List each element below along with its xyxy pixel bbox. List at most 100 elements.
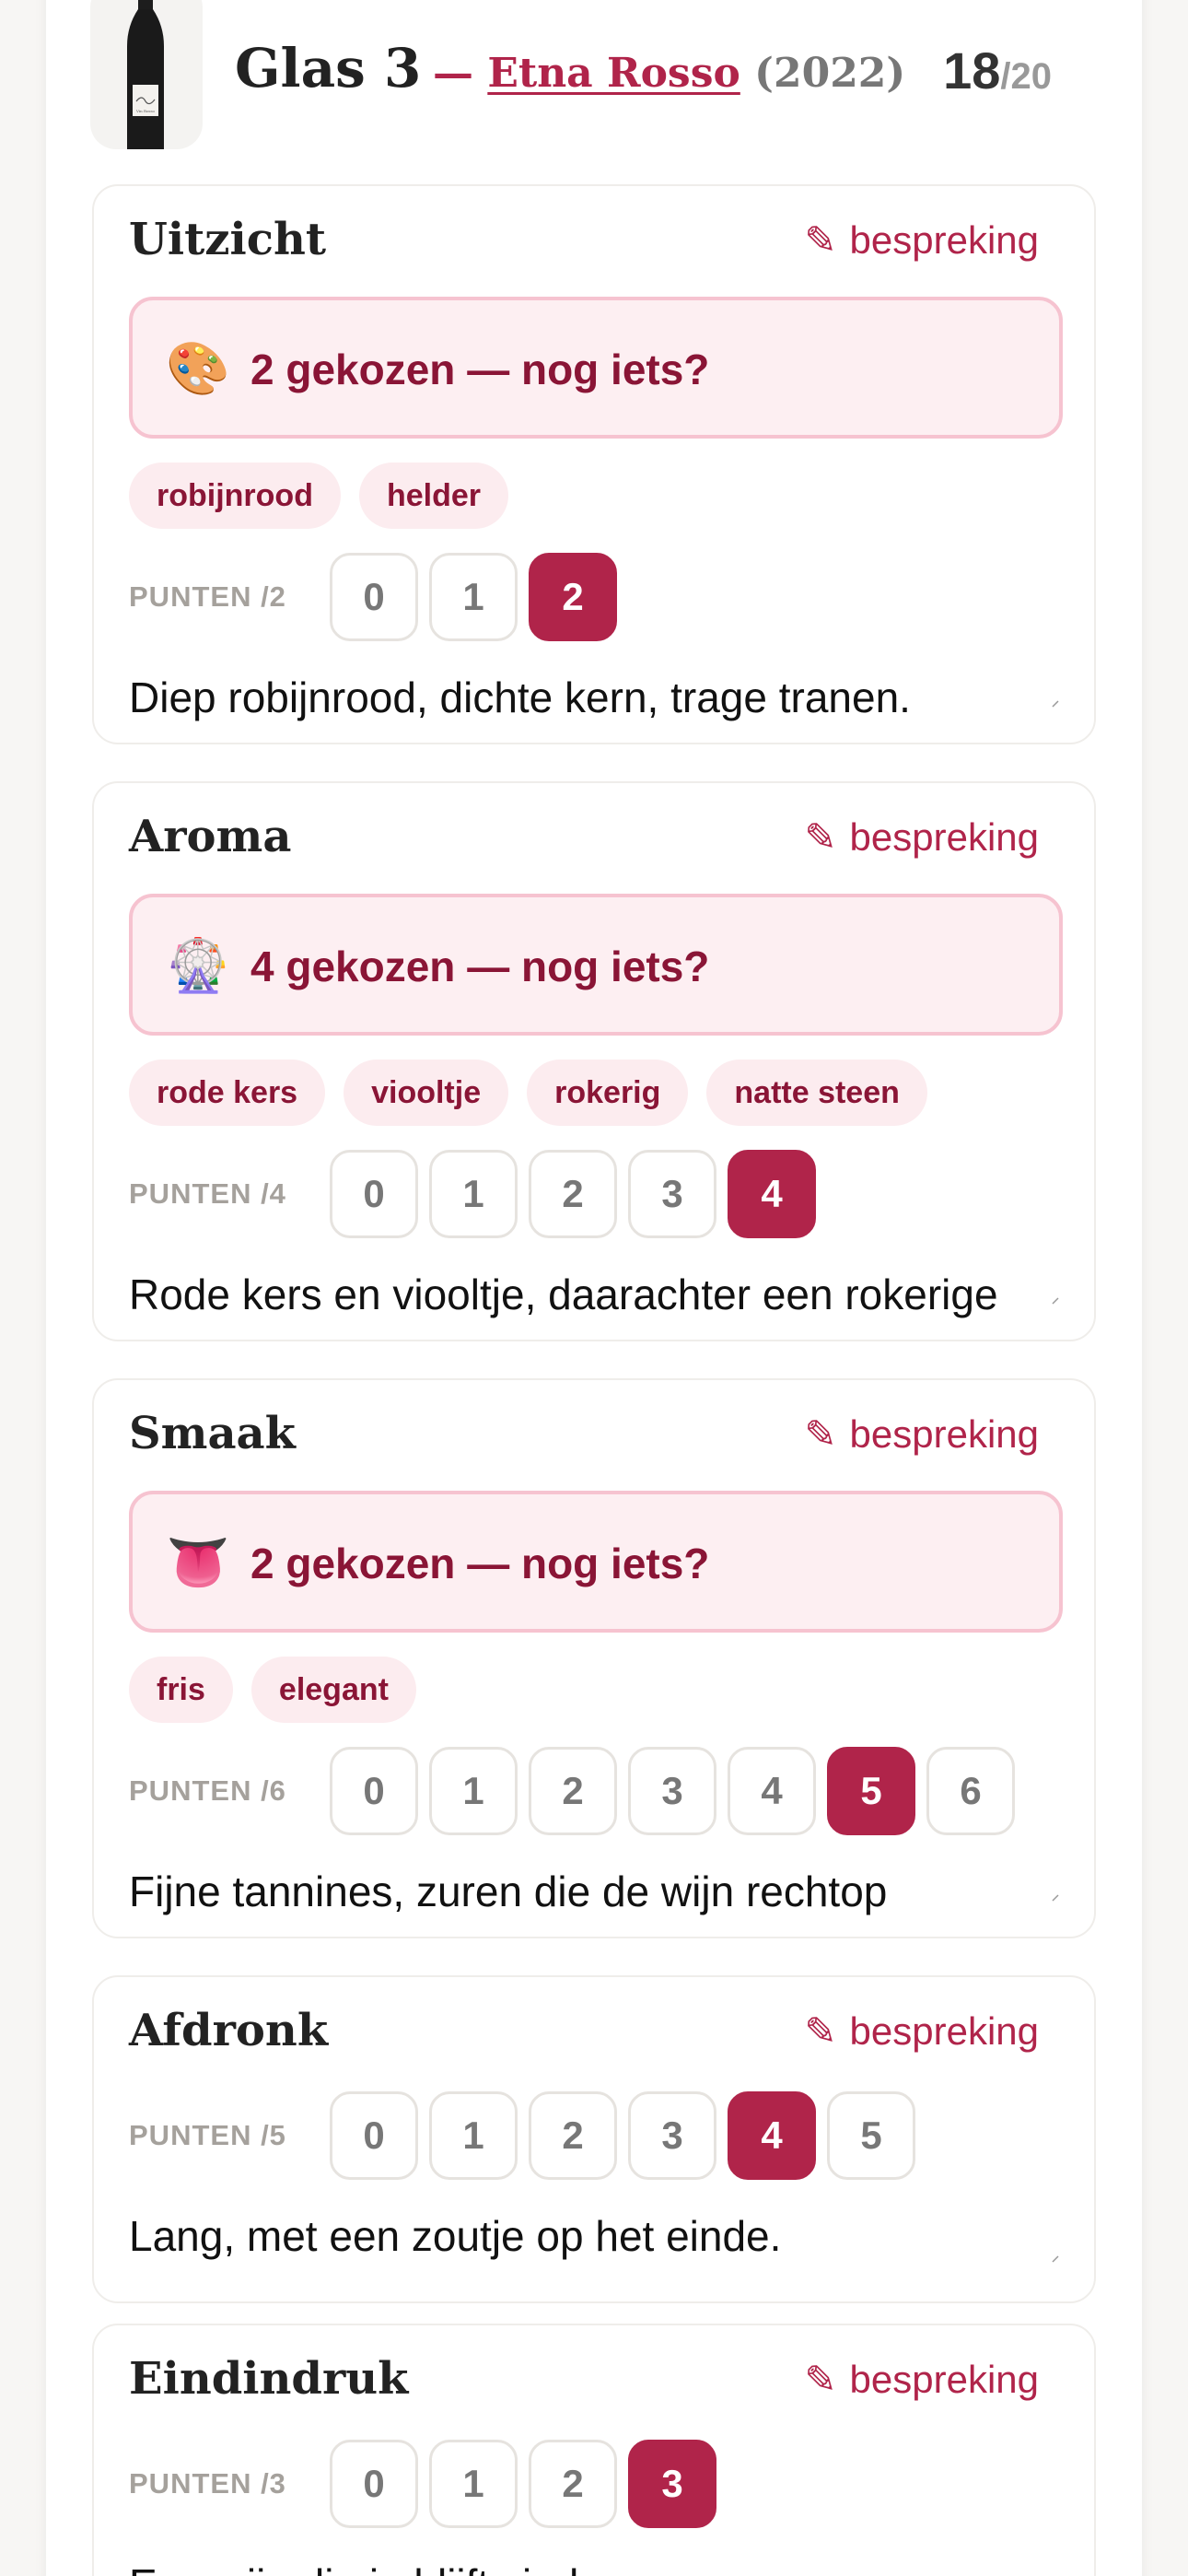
- score-buttons: 0 1 2: [330, 553, 617, 641]
- score-button[interactable]: 0: [330, 2091, 418, 2180]
- descriptor-chip[interactable]: natte steen: [706, 1060, 927, 1126]
- bottle-thumbnail: Vin Rosso: [90, 0, 203, 149]
- total-score-value: 18: [943, 41, 1001, 100]
- descriptor-chips: fris elegant: [129, 1657, 416, 1723]
- resize-handle-icon[interactable]: [1052, 700, 1059, 708]
- discuss-button[interactable]: ✎ bespreking: [804, 814, 1039, 860]
- score-button[interactable]: 1: [429, 2091, 518, 2180]
- descriptor-chip[interactable]: rode kers: [129, 1060, 326, 1126]
- score-button[interactable]: 0: [330, 1747, 418, 1835]
- score-button[interactable]: 1: [429, 553, 518, 641]
- pencil-icon: ✎: [804, 1412, 837, 1456]
- score-row: PUNTEN /2 0 1 2: [129, 553, 617, 641]
- score-button-selected[interactable]: 3: [628, 2440, 716, 2528]
- score-button[interactable]: 6: [926, 1747, 1015, 1835]
- wine-info: — Etna Rosso (2022): [433, 50, 905, 97]
- score-row: PUNTEN /3 0 1 2 3: [129, 2440, 716, 2528]
- discuss-label: bespreking: [849, 815, 1039, 859]
- ferris-wheel-icon: 🎡: [166, 936, 230, 994]
- total-score-max: /20: [1000, 56, 1052, 97]
- wine-year: (2022): [754, 50, 906, 97]
- score-row: PUNTEN /5 0 1 2 3 4 5: [129, 2091, 915, 2180]
- score-row: PUNTEN /4 0 1 2 3 4: [129, 1150, 816, 1238]
- section-title: Eindindruk: [129, 2353, 409, 2405]
- section-title: Uitzicht: [129, 214, 327, 265]
- resize-handle-icon[interactable]: [1052, 1894, 1059, 1902]
- discuss-button[interactable]: ✎ bespreking: [804, 1411, 1039, 1457]
- score-button-selected[interactable]: 5: [827, 1747, 915, 1835]
- descriptor-chip[interactable]: rokerig: [527, 1060, 689, 1126]
- discuss-label: bespreking: [849, 2358, 1039, 2401]
- score-label: PUNTEN /3: [129, 2467, 286, 2500]
- pencil-icon: ✎: [804, 218, 837, 262]
- tasting-note[interactable]: Fijne tannines, zuren die de wijn rechto…: [129, 1867, 1063, 1916]
- section-title: Aroma: [129, 811, 292, 862]
- wine-name-link[interactable]: Etna Rosso: [487, 50, 740, 97]
- descriptor-picker[interactable]: 👅 2 gekozen — nog iets?: [129, 1491, 1063, 1633]
- tasting-note[interactable]: Een wijn die je blijft vinden.: [129, 2559, 1063, 2576]
- score-button[interactable]: 2: [529, 1150, 617, 1238]
- score-button[interactable]: 0: [330, 1150, 418, 1238]
- score-button[interactable]: 3: [628, 2091, 716, 2180]
- section-title: Smaak: [129, 1408, 296, 1459]
- title-dash: —: [433, 50, 473, 97]
- score-button[interactable]: 1: [429, 2440, 518, 2528]
- descriptor-picker[interactable]: 🎡 4 gekozen — nog iets?: [129, 894, 1063, 1036]
- score-buttons: 0 1 2 3: [330, 2440, 716, 2528]
- bottle-label-text: Vin Rosso: [135, 109, 155, 113]
- score-button[interactable]: 3: [628, 1747, 716, 1835]
- score-buttons: 0 1 2 3 4 5: [330, 2091, 915, 2180]
- palette-icon: 🎨: [166, 339, 230, 397]
- score-label: PUNTEN /6: [129, 1774, 286, 1807]
- score-label: PUNTEN /2: [129, 580, 286, 613]
- discuss-button[interactable]: ✎ bespreking: [804, 2357, 1039, 2402]
- glass-title: Glas 3: [235, 37, 422, 100]
- picker-text: 4 gekozen — nog iets?: [250, 943, 710, 990]
- descriptor-chips: rode kers viooltje rokerig natte steen: [129, 1060, 927, 1126]
- discuss-label: bespreking: [849, 218, 1039, 262]
- tasting-sheet: Vin Rosso Glas 3 — Etna Rosso (2022) 18/…: [46, 0, 1142, 2576]
- resize-handle-icon[interactable]: [1052, 2255, 1059, 2263]
- descriptor-chip[interactable]: helder: [358, 463, 509, 529]
- score-button-selected[interactable]: 2: [529, 553, 617, 641]
- tasting-note[interactable]: Lang, met een zoutje op het einde.: [129, 2211, 1063, 2261]
- score-label: PUNTEN /5: [129, 2119, 286, 2151]
- tongue-icon: 👅: [166, 1533, 230, 1591]
- section-card-afdronk: Afdronk ✎ bespreking PUNTEN /5 0 1 2 3 4 …: [92, 1975, 1096, 2303]
- score-button[interactable]: 5: [827, 2091, 915, 2180]
- score-button[interactable]: 2: [529, 1747, 617, 1835]
- score-button[interactable]: 0: [330, 553, 418, 641]
- discuss-label: bespreking: [849, 2009, 1039, 2053]
- score-button[interactable]: 2: [529, 2091, 617, 2180]
- resize-handle-icon[interactable]: [1052, 1297, 1059, 1305]
- score-button[interactable]: 3: [628, 1150, 716, 1238]
- descriptor-chip[interactable]: fris: [129, 1657, 233, 1723]
- discuss-button[interactable]: ✎ bespreking: [804, 217, 1039, 263]
- descriptor-chip[interactable]: viooltje: [344, 1060, 509, 1126]
- score-button-selected[interactable]: 4: [728, 1150, 816, 1238]
- tasting-note[interactable]: Diep robijnrood, dichte kern, trage tran…: [129, 673, 1063, 722]
- descriptor-chips: robijnrood helder: [129, 463, 509, 529]
- descriptor-picker[interactable]: 🎨 2 gekozen — nog iets?: [129, 297, 1063, 439]
- pencil-icon: ✎: [804, 2358, 837, 2401]
- pencil-icon: ✎: [804, 815, 837, 859]
- score-button-selected[interactable]: 4: [728, 2091, 816, 2180]
- score-row: PUNTEN /6 0 1 2 3 4 5 6: [129, 1747, 1015, 1835]
- score-buttons: 0 1 2 3 4 5 6: [330, 1747, 1015, 1835]
- score-button[interactable]: 1: [429, 1747, 518, 1835]
- section-title: Afdronk: [129, 2005, 329, 2056]
- glass-header: Vin Rosso Glas 3 — Etna Rosso (2022) 18/…: [90, 0, 1096, 157]
- total-score: 18/20: [943, 41, 1052, 100]
- score-button[interactable]: 1: [429, 1150, 518, 1238]
- picker-text: 2 gekozen — nog iets?: [250, 1540, 710, 1587]
- score-button[interactable]: 0: [330, 2440, 418, 2528]
- score-label: PUNTEN /4: [129, 1177, 286, 1210]
- descriptor-chip[interactable]: robijnrood: [129, 463, 341, 529]
- section-card-smaak: Smaak ✎ bespreking 👅 2 gekozen — nog iets…: [92, 1378, 1096, 1938]
- score-button[interactable]: 2: [529, 2440, 617, 2528]
- tasting-note[interactable]: Rode kers en viooltje, daarachter een ro…: [129, 1270, 1063, 1319]
- discuss-button[interactable]: ✎ bespreking: [804, 2008, 1039, 2054]
- score-button[interactable]: 4: [728, 1747, 816, 1835]
- section-card-eindindruk: Eindindruk ✎ bespreking PUNTEN /3 0 1 2 3…: [92, 2324, 1096, 2576]
- descriptor-chip[interactable]: elegant: [250, 1657, 416, 1723]
